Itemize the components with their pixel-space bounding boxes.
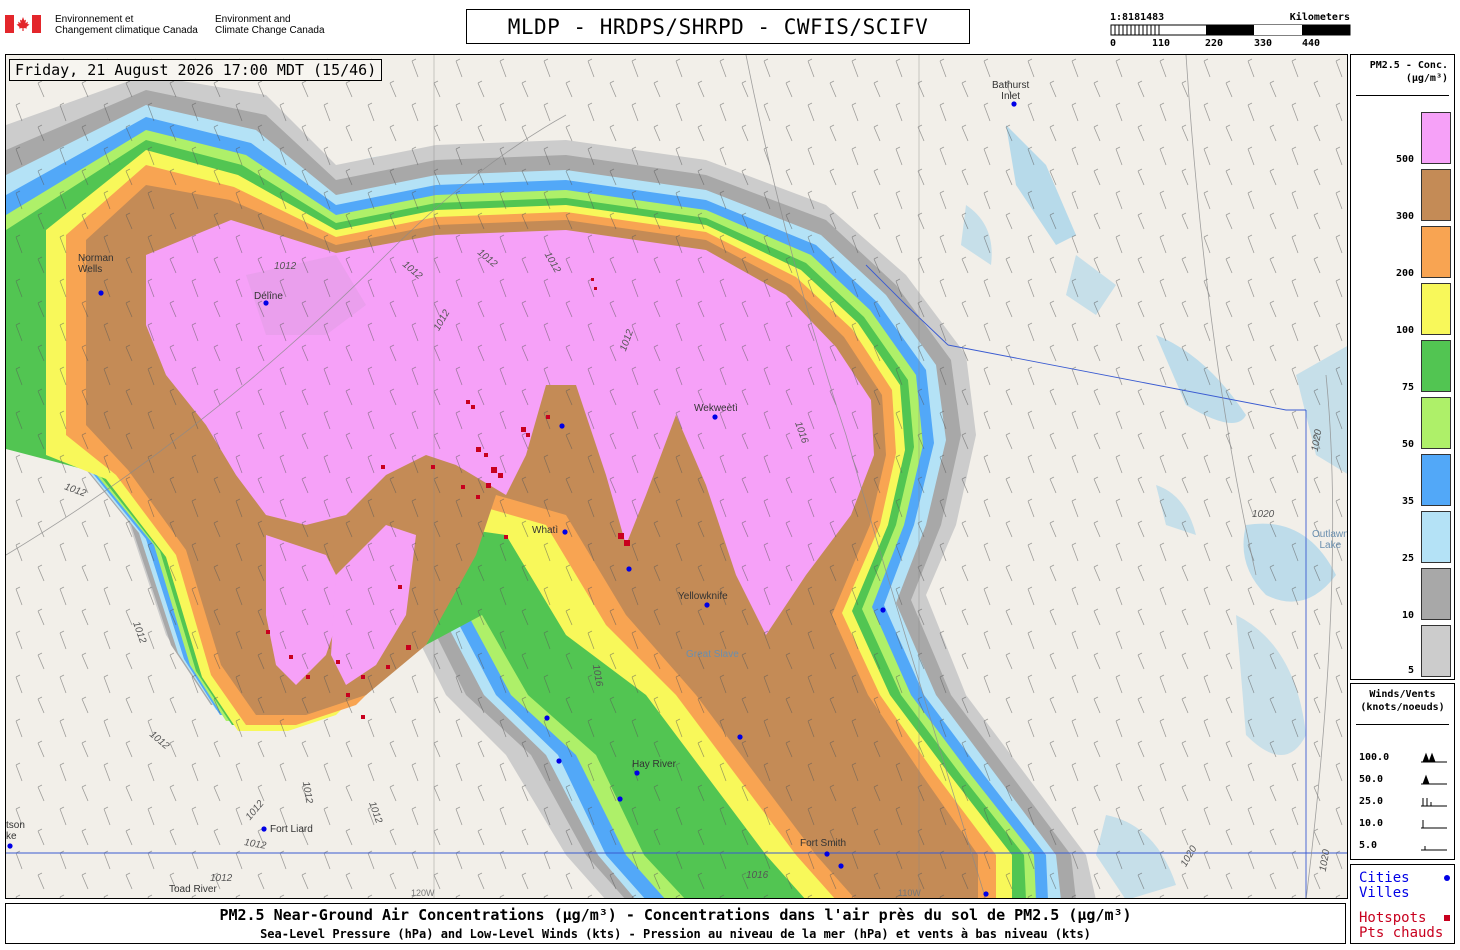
- scale-tick-0: 0: [1110, 38, 1117, 49]
- place-yellowknife: Yellowknife: [678, 591, 728, 602]
- isobar-label-1012: 1012: [274, 261, 297, 272]
- scale-tick-4: 440: [1302, 38, 1321, 49]
- wind-row-5: 5.0: [1359, 840, 1449, 854]
- legend-label: 10: [1401, 610, 1414, 621]
- place-fort-liard: Fort Liard: [270, 824, 313, 835]
- place-watson-lake: tson ke: [6, 820, 25, 842]
- wind-barb-icon: [1421, 846, 1447, 851]
- gov-name-en: Environment and Climate Change Canada: [215, 14, 325, 36]
- place-deline: Délîne: [254, 291, 283, 302]
- legend-label: 75: [1401, 382, 1414, 393]
- legend-swatch-50: [1421, 397, 1451, 449]
- place-great-slave: Great Slave: [686, 649, 739, 660]
- scale-tick-1: 110: [1152, 38, 1171, 49]
- cities-label-en: Cities: [1359, 870, 1410, 886]
- wind-row-25: 25.0: [1359, 796, 1449, 810]
- legend-swatch-200: [1421, 226, 1451, 278]
- place-fort-smith: Fort Smith: [800, 838, 847, 849]
- place-norman-wells: Norman Wells: [78, 253, 114, 275]
- city-dot-icon: [1444, 875, 1450, 881]
- isobar-label-1020: 1020: [1252, 509, 1275, 520]
- place-hay-river: Hay River: [632, 759, 676, 770]
- legend-label: 200: [1395, 268, 1414, 279]
- hotspot-square-icon: [1444, 915, 1450, 921]
- wind-barb-icon: [1421, 752, 1447, 763]
- legend-swatch-10: [1421, 568, 1451, 620]
- wind-barb-icon: [1421, 798, 1447, 807]
- legend-swatch-5: [1421, 625, 1451, 677]
- wind-barb-icon: [1421, 774, 1447, 785]
- legend-label: 5: [1407, 665, 1414, 676]
- legend-swatch-100: [1421, 283, 1451, 335]
- wind-speed-label: 50.0: [1359, 774, 1384, 785]
- place-outlawn-lake: Outlawn Lake: [1312, 529, 1348, 551]
- wind-speed-label: 10.0: [1359, 818, 1384, 829]
- legend-divider: [1356, 95, 1449, 96]
- gov-name-fr: Environnement et Changement climatique C…: [55, 14, 198, 36]
- wind-row-50: 50.0: [1359, 774, 1449, 788]
- legend-swatch-25: [1421, 511, 1451, 563]
- caption-line-1: PM2.5 Near-Ground Air Concentrations (µg…: [219, 906, 1132, 924]
- legend-label: 35: [1401, 496, 1414, 507]
- legend-label: 50: [1401, 439, 1414, 450]
- legend-title: PM2.5 - Conc. (µg/m³): [1369, 60, 1448, 84]
- meridian-label-120w: 120W: [411, 888, 435, 898]
- hotspots-label-fr: Pts chauds: [1359, 925, 1444, 941]
- isobar-label-1016: 1016: [746, 870, 769, 881]
- smoke-map-graphic: [6, 55, 1347, 898]
- canada-flag-icon: [5, 15, 41, 33]
- map-panel[interactable]: Friday, 21 August 2026 17:00 MDT (15/46)…: [5, 54, 1348, 899]
- isobar-label-1012: 1012: [210, 873, 233, 884]
- wind-legend: Winds/Vents (knots/noeuds) 100.0 50.0 25…: [1350, 683, 1455, 860]
- caption-line-2: Sea-Level Pressure (hPa) and Low-Level W…: [260, 927, 1091, 941]
- legend-label: 300: [1395, 211, 1414, 222]
- legend-swatch-35: [1421, 454, 1451, 506]
- wind-speed-label: 5.0: [1359, 840, 1378, 851]
- scale-bar: 1:8181483 Kilometers 0 110 220 330 440: [1110, 10, 1355, 52]
- wind-speed-label: 25.0: [1359, 796, 1384, 807]
- legend-swatch-300: [1421, 169, 1451, 221]
- place-toad-river: Toad River: [169, 884, 217, 895]
- scale-bar-graphic: [1110, 24, 1351, 36]
- government-logo: Environnement et Changement climatique C…: [5, 12, 335, 42]
- place-bathurst-inlet: Bathurst Inlet: [992, 80, 1030, 102]
- place-whati: Whatì: [532, 525, 559, 536]
- scale-ratio: 1:8181483: [1110, 12, 1165, 23]
- scale-tick-3: 330: [1254, 38, 1273, 49]
- meridian-label-110w: 110W: [898, 888, 921, 898]
- wind-legend-title: Winds/Vents (knots/noeuds): [1360, 689, 1445, 713]
- legend-label: 500: [1395, 154, 1414, 165]
- wind-legend-divider: [1356, 724, 1449, 725]
- wind-speed-label: 100.0: [1359, 752, 1390, 763]
- wind-barbs-layer: [6, 55, 1347, 898]
- map-caption: PM2.5 Near-Ground Air Concentrations (µg…: [5, 903, 1346, 944]
- wind-row-100: 100.0: [1359, 752, 1449, 766]
- place-wekweeti: Wekweètì: [694, 403, 738, 414]
- forecast-timestamp: Friday, 21 August 2026 17:00 MDT (15/46): [9, 59, 383, 81]
- legend-label: 100: [1395, 325, 1414, 336]
- cities-label-fr: Villes: [1359, 885, 1410, 901]
- scale-unit: Kilometers: [1289, 12, 1350, 23]
- wind-barb-icon: [1421, 820, 1447, 829]
- marker-legend: Cities Villes Hotspots Pts chauds: [1350, 864, 1455, 944]
- hotspots-label-en: Hotspots: [1359, 910, 1427, 926]
- wind-row-10: 10.0: [1359, 818, 1449, 832]
- legend-swatch-500: [1421, 112, 1451, 164]
- product-title: MLDP - HRDPS/SHRPD - CWFIS/SCIFV: [466, 9, 970, 44]
- legend-label: 25: [1401, 553, 1414, 564]
- legend-swatch-75: [1421, 340, 1451, 392]
- scale-tick-2: 220: [1205, 38, 1224, 49]
- pm25-legend: PM2.5 - Conc. (µg/m³) 500 300 200 100 75…: [1350, 54, 1455, 680]
